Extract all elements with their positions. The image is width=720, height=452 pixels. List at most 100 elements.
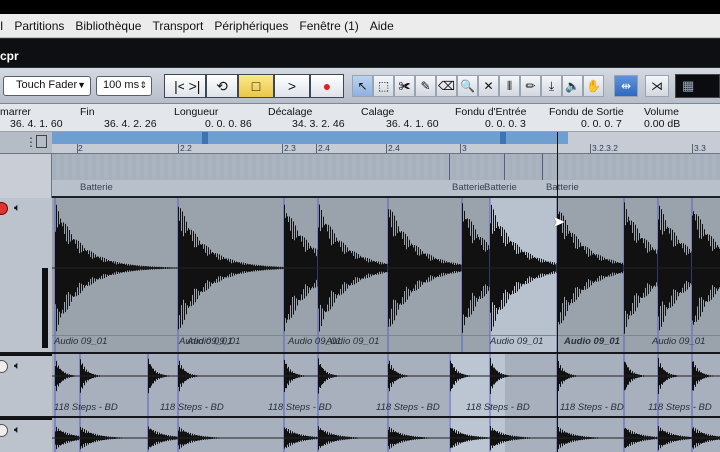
left-locator-handle[interactable] (202, 132, 208, 144)
zoom-tool-button[interactable]: 🔍 (457, 75, 478, 97)
record-button[interactable]: ● (310, 74, 344, 98)
project-toolbar: Touch Fader ▼ 100 ms ⇕ |< >| ⟲ □ > ● ↖ ⬚… (0, 68, 720, 104)
info-value-fade-in[interactable]: 0. 0. 0. 3 (485, 118, 526, 130)
latency-value: 100 ms (103, 79, 140, 91)
ruler-tick (590, 144, 591, 153)
ruler-label: 2.3 (284, 143, 296, 153)
folder-event-label[interactable]: Batterie (452, 182, 485, 193)
info-value-end[interactable]: 36. 4. 2. 26 (104, 118, 157, 130)
track-header-2[interactable]: 🔈︎ (0, 354, 52, 416)
speaker-icon: 🔈 (565, 79, 580, 93)
play-icon: > (287, 78, 297, 94)
menu-item-partitions[interactable]: Partitions (14, 19, 64, 33)
info-value-snap[interactable]: 36. 4. 1. 60 (386, 118, 439, 130)
magnifier-icon: 🔍 (460, 79, 475, 93)
ruler-tick (282, 144, 283, 153)
info-label-volume: Volume (644, 106, 680, 118)
draw-tool-button[interactable]: ✏ (520, 75, 541, 97)
info-label-length: Longueur (174, 106, 219, 118)
audio-event-label[interactable]: 118 Steps - BD (376, 402, 440, 413)
ruler-label: 2.4 (388, 143, 400, 153)
play-button[interactable]: > (274, 74, 310, 98)
track-list-box-icon[interactable] (36, 135, 47, 148)
folder-track-body (52, 154, 720, 180)
track-header-1[interactable]: 🔈︎ (0, 198, 52, 352)
audio-event-label[interactable]: Audio 09_01 (652, 336, 705, 347)
info-value-volume[interactable]: 0.00 dB (644, 118, 680, 130)
track-header-3[interactable]: 🔈︎ (0, 418, 52, 452)
audio-event-label[interactable]: 118 Steps - BD (648, 402, 712, 413)
menu-item-i[interactable]: I (0, 19, 3, 33)
info-value-offset[interactable]: 34. 3. 2. 46 (292, 118, 345, 130)
monitor-speaker-icon[interactable]: 🔈︎ (14, 424, 21, 437)
mouse-pointer-icon: ➤ (552, 214, 566, 231)
info-value-length[interactable]: 0. 0. 0. 86 (205, 118, 252, 130)
track-list-header: ⋮ (0, 132, 52, 154)
ruler-label: 2 (78, 143, 83, 153)
screen-top-edge (0, 0, 720, 14)
menu-item-transport[interactable]: Transport (152, 19, 203, 33)
info-label-start: marrer (0, 106, 31, 118)
folder-event-labels: Batterie Batterie Batterie Batterie (52, 180, 720, 196)
stop-button[interactable]: □ (238, 74, 274, 98)
audio-event-label[interactable]: 118 Steps - BD (160, 402, 224, 413)
ruler-tick (77, 144, 78, 153)
timeline-ruler[interactable]: 2 2.2 2.3 2.4 2.4 3 3.2.3.2 3.3 (52, 132, 720, 154)
audio-event-label[interactable]: 118 Steps - BD (54, 402, 118, 413)
menu-bar: I Partitions Bibliothèque Transport Péri… (0, 14, 720, 38)
info-value-start[interactable]: 36. 4. 1. 60 (10, 118, 63, 130)
audio-event-label[interactable]: Audio 09_01 (490, 336, 543, 347)
track-fader-icon[interactable] (42, 268, 48, 348)
record-enable-icon[interactable] (0, 424, 8, 437)
audio-event-label[interactable]: Audio 09_01 (187, 336, 240, 347)
erase-tool-button[interactable]: ⌫ (436, 75, 457, 97)
color-tool-button[interactable]: ✋ (583, 75, 604, 97)
audio-track-lane-3[interactable] (52, 418, 720, 452)
audio-event-label[interactable]: Audio 09_01 (564, 336, 620, 347)
latency-select[interactable]: 100 ms ⇕ (96, 76, 152, 96)
range-tool-button[interactable]: ⬚ (373, 75, 394, 97)
hand-icon: ✋ (586, 79, 601, 93)
info-label-offset: Décalage (268, 106, 313, 118)
menu-item-window[interactable]: Fenêtre (1) (299, 19, 358, 33)
grid-display[interactable]: ▦ (675, 74, 720, 98)
timewarp-tool-button[interactable]: ⫴ (499, 75, 520, 97)
audio-event-label[interactable]: 118 Steps - BD (268, 402, 332, 413)
info-value-fade-out[interactable]: 0. 0. 0. 7 (581, 118, 622, 130)
audio-event-label[interactable]: 118 Steps - BD (466, 402, 530, 413)
audio-track-lane-1[interactable]: Audio 09_01 Audio 09_01 Audio 09_01 Audi… (52, 198, 720, 352)
project-window-title: cpr (0, 39, 720, 67)
snap-button[interactable]: ⋊ (645, 75, 669, 97)
play-tool-button[interactable]: 🔈 (562, 75, 583, 97)
folder-event-label[interactable]: Batterie (546, 182, 579, 193)
folder-event-label[interactable]: Batterie (484, 182, 517, 193)
automation-mode-select[interactable]: Touch Fader ▼ (3, 76, 91, 96)
line-icon: ⤓ (548, 79, 555, 93)
folder-event-label[interactable]: Batterie (80, 182, 113, 193)
pencil-icon: ✏ (525, 79, 536, 93)
audio-event-label[interactable]: Audio 09_01 (326, 336, 379, 347)
audio-track-lane-2[interactable]: 118 Steps - BD 118 Steps - BD 118 Steps … (52, 354, 720, 416)
mute-tool-button[interactable]: ✕ (478, 75, 499, 97)
object-selection-tool-button[interactable]: ↖ (352, 75, 373, 97)
menu-item-library[interactable]: Bibliothèque (75, 19, 141, 33)
menu-item-devices[interactable]: Périphériques (214, 19, 288, 33)
cycle-locator-range[interactable] (52, 132, 568, 144)
monitor-speaker-icon[interactable]: 🔈︎ (14, 202, 21, 215)
monitor-speaker-icon[interactable]: 🔈︎ (14, 360, 21, 373)
ruler-label: 2.4 (318, 143, 330, 153)
info-label-snap: Calage (361, 106, 395, 118)
menu-item-help[interactable]: Aide (370, 19, 394, 33)
audio-event-label[interactable]: Audio 09_01 (54, 336, 107, 347)
audio-event-label[interactable]: 118 Steps - BD (560, 402, 624, 413)
record-enable-icon[interactable] (0, 360, 8, 373)
project-cursor[interactable] (557, 132, 558, 452)
record-enable-icon[interactable] (0, 202, 8, 215)
right-locator-handle[interactable] (500, 132, 506, 144)
go-to-end-button[interactable]: >| (184, 74, 206, 98)
cycle-button[interactable]: ⟲ (206, 74, 238, 98)
autoscroll-button[interactable]: ⇹ (614, 75, 638, 97)
glue-tool-button[interactable]: ✎ (415, 75, 436, 97)
line-tool-button[interactable]: ⤓ (541, 75, 562, 97)
split-tool-button[interactable]: ✀ (394, 75, 415, 97)
